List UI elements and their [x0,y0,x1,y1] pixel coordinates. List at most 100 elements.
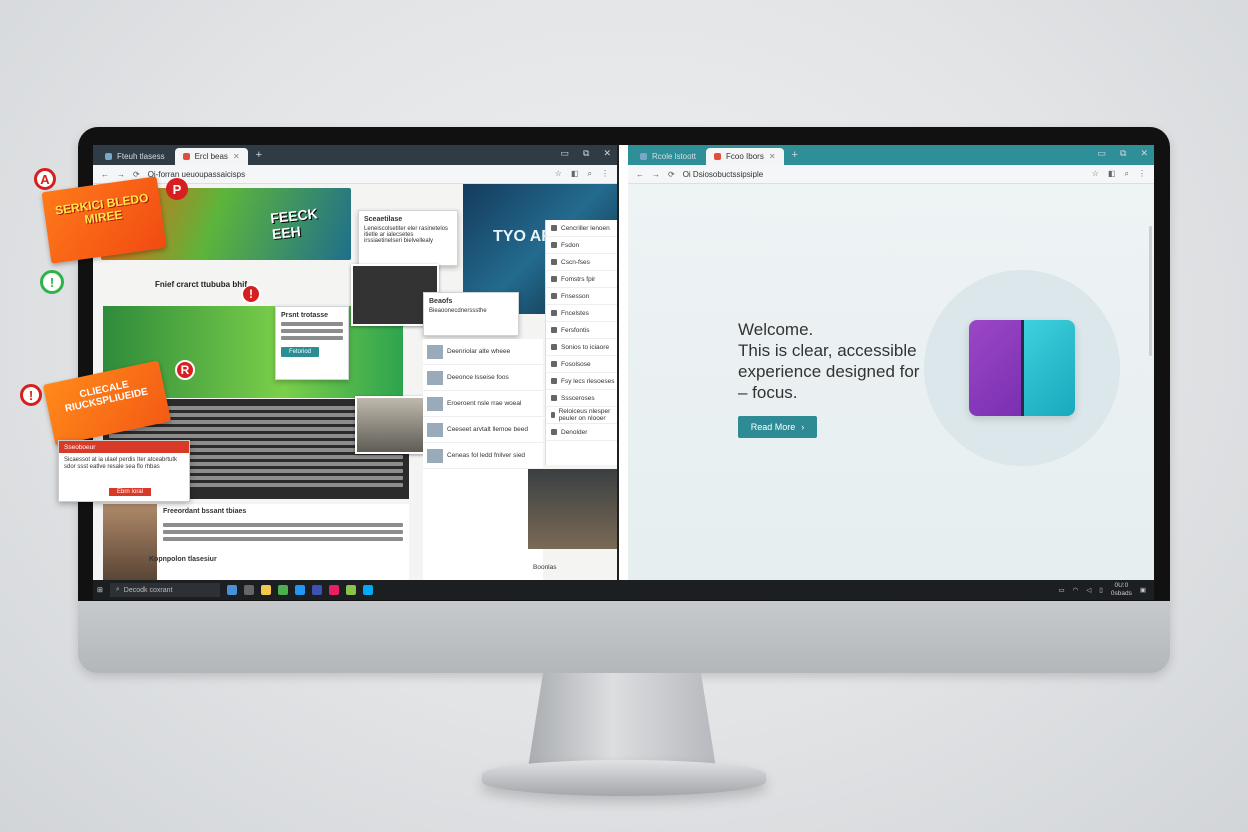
list-item[interactable]: Deeonce lsseise foos [423,365,543,391]
minimize-icon[interactable]: ▭ [561,148,570,159]
thumbnail [427,370,443,385]
back-icon[interactable]: ← [101,170,109,179]
success-badge-icon[interactable]: ! [40,270,64,294]
warning-dialog[interactable]: Sseoboeur Sicaessot at ia ulael perdis I… [58,440,190,502]
battery-icon[interactable]: ▯ [1099,586,1103,594]
modal-popup[interactable]: Prsnt trotasse Fetoriod [275,306,349,380]
page-sidebar: Cencriller lenoen Fsdon Cscn-fses Fomstr… [545,220,617,465]
extension-icon[interactable]: ◧ [571,169,579,179]
close-icon[interactable]: ✕ [1140,148,1148,159]
browser-icon[interactable] [362,585,373,595]
dialog-button[interactable]: Ebrn Ioral [109,488,152,496]
restore-icon[interactable]: ⧉ [1120,148,1126,159]
search-icon[interactable]: ⌕ [588,169,592,179]
folder-icon[interactable] [260,585,271,595]
sidebar-item[interactable]: Fosolsose [546,356,617,373]
sidebar-item[interactable]: Reloiceus nlesper peuler on nlooer [546,407,617,424]
restore-icon[interactable]: ⧉ [583,148,589,159]
popup-button[interactable]: Fetoriod [281,347,320,357]
tab-label: Fcoo Ibors [726,152,764,161]
welcome-heading: Welcome. This is clear, accessible exper… [738,319,968,403]
right-tab-2[interactable]: Fcoo Ibors ✕ [706,148,784,165]
network-icon[interactable]: ▭ [1058,586,1064,594]
welcome-line: experience designed for [738,362,920,381]
app-icon[interactable] [311,585,322,595]
taskbar-search[interactable]: ⌕ Decodk coxrant [109,583,220,597]
sidebar-item[interactable]: Fsy lecs rlesoeses [546,373,617,390]
sidebar-footer-label: Boonlas [533,564,557,571]
reload-icon[interactable]: ⟳ [668,170,675,179]
cluttered-page: FEECK EEH TYO AFOMR Cencriller lenoen Fs… [93,184,617,580]
sidebar-item[interactable]: Fnsesson [546,288,617,305]
menu-icon [551,225,557,231]
app-icon[interactable] [243,585,254,595]
app-icon[interactable] [345,585,356,595]
new-tab-icon[interactable]: + [786,149,804,161]
forward-icon[interactable]: → [652,170,660,179]
new-tab-icon[interactable]: + [250,149,268,161]
list-item[interactable]: Deenriolar alte wheee [423,339,543,365]
notifications-icon[interactable]: ▣ [1140,586,1146,594]
forward-icon[interactable]: → [117,170,125,179]
clock[interactable]: 0U:0 0sbads [1111,582,1132,598]
right-tab-1[interactable]: Rcole lstoott [632,148,704,165]
alert-badge-icon[interactable]: P [166,178,188,200]
sidebar-item[interactable]: Fomstrs fpir [546,271,617,288]
app-icon[interactable] [226,585,237,595]
news-popup[interactable]: Beaofs Bieaoonecdnersssthe [423,292,519,336]
sidebar-item[interactable]: Sonios to iciaore [546,339,617,356]
sidebar-label: Cscn-fses [561,258,590,266]
wifi-icon[interactable]: ◠ [1073,586,1079,594]
list-item[interactable]: Eroeroent nsle rrae woeal [423,391,543,417]
warning-badge-icon[interactable]: ! [20,384,42,406]
windows-start-icon[interactable]: ⊞ [97,586,103,594]
menu-icon[interactable]: ⋮ [601,169,609,179]
menu-icon [551,395,557,401]
extension-icon[interactable]: ◧ [1108,169,1116,179]
sidebar-item[interactable]: Cencriller lenoen [546,220,617,237]
sidebar-item[interactable]: Fncelstes [546,305,617,322]
star-icon[interactable]: ☆ [1092,169,1099,179]
url-field[interactable]: Oi Dsiosobuctssipsiple [683,170,1084,179]
left-tab-2[interactable]: Ercl beas ✕ [174,148,248,165]
taskbar: ⊞ ⌕ Decodk coxrant ▭ ◠ ◁ ▯ 0U:0 0sbads ▣ [93,580,1154,600]
alert-badge-icon[interactable]: A [34,168,56,190]
app-icon[interactable] [328,585,339,595]
close-tab-icon[interactable]: ✕ [233,152,240,161]
read-more-button[interactable]: Read More › [738,416,817,438]
scrollbar[interactable] [1149,226,1152,356]
star-icon[interactable]: ☆ [555,169,562,179]
sidebar-item[interactable]: Fsdon [546,237,617,254]
search-icon[interactable]: ⌕ [1125,169,1129,179]
menu-icon [551,310,557,316]
sidebar-label: Fnsesson [561,292,590,300]
purple-panel [969,320,1021,416]
alert-icon[interactable]: R [175,360,195,380]
sidebar-item[interactable]: Denolder [546,424,617,441]
close-icon[interactable]: ✕ [603,148,611,159]
sidebar-item[interactable]: Sssceroses [546,390,617,407]
sidebar-label: Fosolsose [561,360,591,368]
close-tab-icon[interactable]: ✕ [769,152,776,161]
app-icon[interactable] [294,585,305,595]
article-card[interactable]: Freeordant bssant tbiaes Kopnpolon tlase… [103,504,409,580]
tab-label: Ercl beas [194,152,228,161]
url-field[interactable]: Oi-forran ueuoupassaicisps [148,170,547,179]
menu-icon[interactable]: ⋮ [1138,169,1146,179]
back-icon[interactable]: ← [636,170,644,179]
menu-icon [551,327,557,333]
app-icon[interactable] [277,585,288,595]
notification-popup[interactable]: Sceaetilase Leneiscolsetiter eler rasine… [358,210,458,266]
sidebar-item[interactable]: Cscn-fses [546,254,617,271]
sidebar-photo[interactable] [528,469,617,549]
dialog-body: Sicaessot at ia ulael perdis Iter atceab… [64,457,178,470]
cyan-panel [1020,320,1075,416]
menu-icon [551,242,557,248]
list-item[interactable]: Ceeseet arvtalt llemoe beed [423,417,543,443]
volume-icon[interactable]: ◁ [1086,586,1091,594]
sidebar-item[interactable]: Fersfontis [546,322,617,339]
list-item[interactable]: Ceneas fol ledd fnilver sied [423,443,543,469]
reload-icon[interactable]: ⟳ [133,170,140,179]
minimize-icon[interactable]: ▭ [1098,148,1107,159]
left-tab-1[interactable]: Fteuh tlasess [97,148,173,165]
